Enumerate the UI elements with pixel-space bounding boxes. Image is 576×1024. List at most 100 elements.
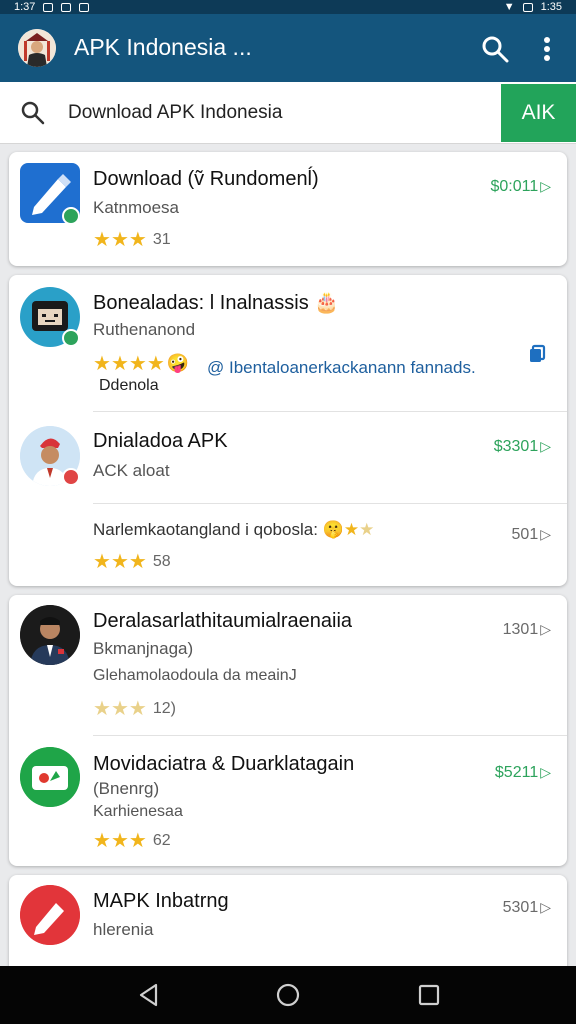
search-bar: AIK: [0, 82, 576, 144]
star-icon: ★: [93, 551, 111, 573]
price-text: $0:011: [490, 178, 539, 195]
app-developer: hlerenia: [93, 920, 154, 939]
rating-count: 31: [152, 230, 171, 248]
rating: ★ ★ ★ 62: [93, 828, 171, 853]
star-icon: ★: [343, 520, 360, 539]
star-icon: ★: [110, 830, 129, 852]
chevron-right-icon: ▷: [540, 621, 551, 637]
app-developer: Bkmanjnaga): [93, 639, 194, 658]
app-extra: Glehamolaodoula da meainJ: [93, 667, 297, 684]
star-icon: ★: [110, 698, 129, 720]
notification-icon: [43, 2, 54, 12]
star-icon: ★: [93, 229, 111, 251]
rating-count: 58: [152, 552, 171, 570]
card-icon: [20, 747, 80, 807]
star-icon: ★: [359, 520, 375, 539]
price-text: $3301: [493, 438, 539, 455]
rating: ★ ★ ★ 58: [93, 549, 171, 574]
status-bar: 1:37 ▼ 1:35: [0, 0, 576, 14]
emoji-icon: 🤪: [166, 353, 190, 373]
navigation-bar: [0, 966, 576, 1024]
list-item[interactable]: Dnialadoa APK ACK aloat $3301 ▷: [9, 412, 567, 502]
app-bar: APK Indonesia ...: [0, 14, 576, 82]
battery-icon: [522, 2, 533, 12]
star-icon: ★: [93, 698, 111, 720]
recents-square-icon[interactable]: [416, 982, 442, 1008]
man-portrait-icon: [20, 605, 80, 665]
status-clock-left: 1:37: [14, 1, 36, 13]
app-price[interactable]: $0:011 ▷: [490, 178, 551, 196]
red-pen-icon: [20, 885, 80, 945]
cake-emoji-icon: 🎂: [314, 292, 340, 314]
status-clock: 1:35: [540, 1, 562, 13]
lock-icon: [79, 2, 90, 12]
home-circle-icon[interactable]: [275, 982, 301, 1008]
rating: ★ ★ ★ 31: [93, 227, 171, 252]
app-name-text: Narlemkaotangland i qobosla:: [93, 520, 318, 539]
app-name: Bonealadas: l Inalnassis 🎂: [93, 290, 339, 315]
list-item[interactable]: Movidaciatra & Duarklatagain (Bnenrg) Ka…: [9, 736, 567, 866]
search-field-icon: [20, 100, 46, 126]
back-triangle-icon[interactable]: [136, 982, 162, 1008]
list-item[interactable]: Download (ṽ Rundomenĺ) Katnmoesa ★ ★ ★ 3…: [9, 152, 567, 266]
price-text: 501: [511, 526, 539, 543]
price-text: 5301: [502, 899, 539, 916]
rating: ★ ★ ★ ★ 🤪: [93, 351, 189, 376]
star-icon: ★: [128, 830, 147, 852]
chevron-right-icon: ▷: [540, 526, 551, 542]
app-price[interactable]: 1301 ▷: [503, 621, 551, 639]
chevron-right-icon: ▷: [540, 178, 551, 194]
chevron-right-icon: ▷: [540, 764, 551, 780]
app-developer: Katnmoesa: [93, 198, 179, 217]
star-icon: ★: [128, 698, 147, 720]
app-name: Narlemkaotangland i qobosla: 🤫★★: [93, 520, 374, 540]
app-developer: Ruthenanond: [93, 320, 196, 339]
app-card: Download (ṽ Rundomenĺ) Katnmoesa ★ ★ ★ 3…: [9, 152, 567, 266]
star-icon: ★: [110, 353, 129, 375]
app-note-link[interactable]: @ Ibentaloanerkackanann fannads.: [207, 358, 476, 378]
app-price[interactable]: 501 ▷: [512, 526, 551, 544]
app-name: Dnialadoa APK: [93, 430, 228, 452]
app-price[interactable]: 5301 ▷: [503, 899, 551, 917]
star-icon: ★: [110, 551, 129, 573]
copy-icon[interactable]: [527, 344, 547, 364]
app-name-text: Bonealadas: l Inalnassis: [93, 292, 309, 314]
app-extra: Karhienesaa: [93, 803, 183, 820]
verified-badge-icon: [62, 329, 80, 347]
list-item[interactable]: Narlemkaotangland i qobosla: 🤫★★ ★ ★ ★ 5…: [9, 504, 567, 586]
list-item[interactable]: Bonealadas: l Inalnassis 🎂 Ruthenanond ★…: [9, 275, 567, 411]
list-item[interactable]: MAPK Inbatrng hlerenia 5301 ▷: [9, 875, 567, 975]
app-extra: Ddenola: [99, 377, 159, 394]
app-developer: ACK aloat: [93, 461, 170, 480]
rating: ★ ★ ★ 12): [93, 696, 176, 721]
search-go-button[interactable]: AIK: [501, 84, 576, 142]
app-card: MAPK Inbatrng hlerenia 5301 ▷: [9, 875, 567, 975]
app-price[interactable]: $5211 ▷: [495, 764, 551, 782]
shush-emoji-icon: 🤫: [322, 520, 344, 539]
app-name: Download (ṽ Rundomenĺ): [93, 168, 319, 190]
star-icon: ★: [128, 551, 147, 573]
app-name: MAPK Inbatrng: [93, 890, 229, 912]
avatar-icon[interactable]: [18, 29, 56, 67]
more-vertical-icon[interactable]: [532, 34, 562, 64]
chevron-right-icon: ▷: [540, 438, 551, 454]
search-icon[interactable]: [480, 34, 510, 64]
app-name: Deralasarlathitaumialraenaiia: [93, 610, 353, 632]
list-item[interactable]: Deralasarlathitaumialraenaiia Bkmanjnaga…: [9, 595, 567, 735]
star-icon: ★: [110, 229, 129, 251]
price-text: $5211: [494, 764, 539, 781]
app-price[interactable]: $3301 ▷: [494, 438, 551, 456]
verified-badge-icon: [62, 207, 80, 225]
rating-count: 62: [152, 831, 171, 849]
app-card: Bonealadas: l Inalnassis 🎂 Ruthenanond ★…: [9, 275, 567, 586]
star-icon: ★: [128, 353, 147, 375]
alert-badge-icon: [62, 468, 80, 486]
gallery-icon: [61, 2, 72, 12]
star-icon: ★: [93, 830, 111, 852]
rating-count: 12): [152, 699, 176, 717]
price-text: 1301: [502, 621, 539, 638]
star-icon: ★: [93, 353, 111, 375]
search-input[interactable]: [68, 96, 488, 130]
pen-icon: [20, 163, 80, 225]
app-developer: (Bnenrg): [93, 779, 160, 798]
